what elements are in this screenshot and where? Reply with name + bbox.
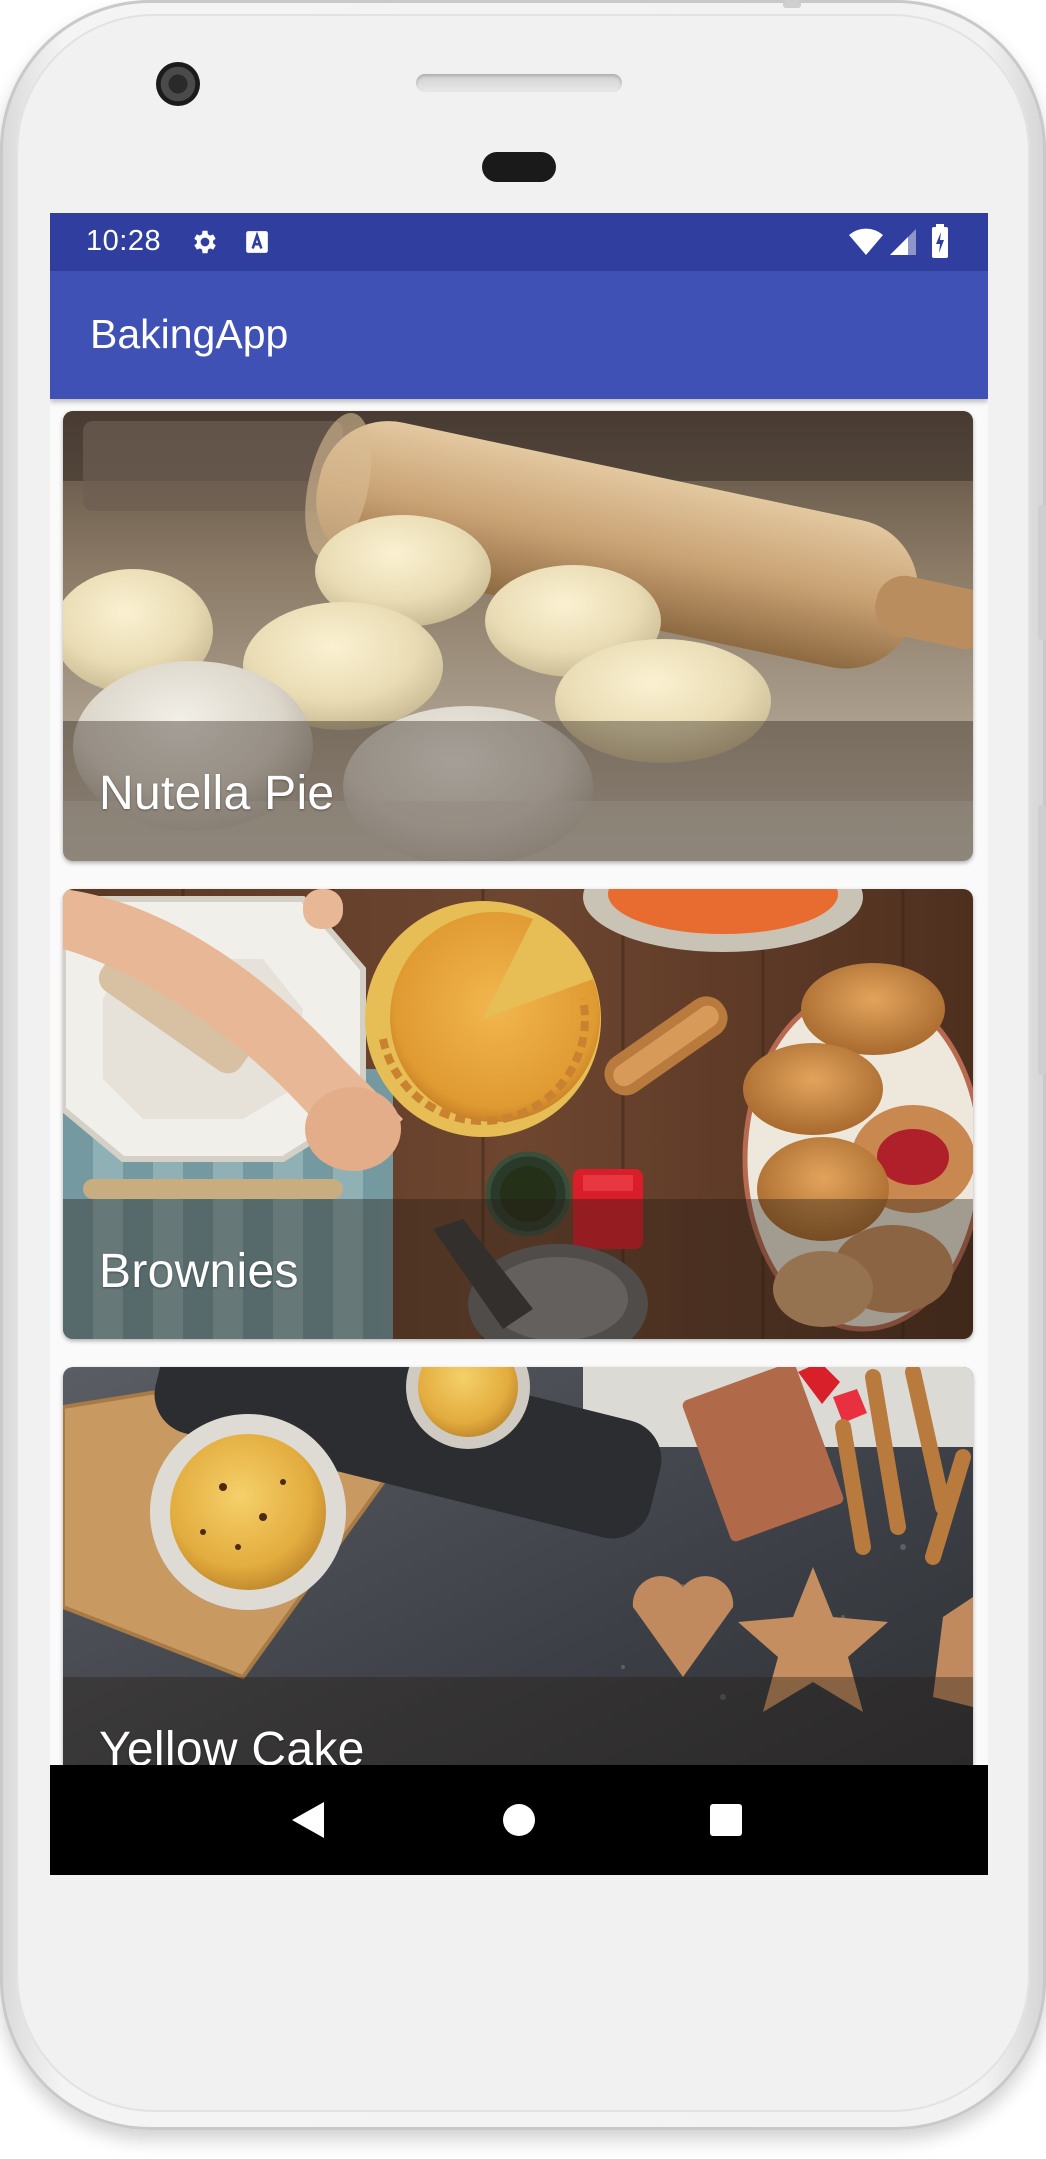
home-icon — [503, 1804, 535, 1836]
status-bar: 10:28 — [50, 213, 988, 271]
recipe-name: Nutella Pie — [99, 767, 335, 820]
recents-icon — [710, 1804, 742, 1836]
app-bar: BakingApp — [50, 271, 988, 399]
recipe-card[interactable]: Brownies — [63, 889, 973, 1339]
cell-signal-icon — [890, 229, 916, 255]
back-icon — [292, 1802, 324, 1838]
recipe-card[interactable]: Yellow Cake — [63, 1367, 973, 1795]
volume-button — [1038, 805, 1046, 1075]
navigation-bar — [50, 1765, 988, 1875]
battery-icon — [932, 224, 948, 258]
screen: 10:28 BakingApp Nutella Pie Brownies Yel… — [50, 213, 988, 1875]
recipe-card[interactable]: Nutella Pie — [63, 411, 973, 861]
front-camera — [156, 62, 200, 106]
back-button[interactable] — [248, 1765, 368, 1875]
app-title: BakingApp — [90, 311, 289, 357]
power-button — [1038, 505, 1046, 640]
status-time: 10:28 — [86, 225, 162, 257]
a-notification-icon — [246, 231, 268, 253]
recipe-name: Brownies — [99, 1245, 299, 1298]
gear-icon — [194, 230, 216, 254]
device-frame: 10:28 BakingApp Nutella Pie Brownies Yel… — [0, 0, 1046, 2159]
top-edge-button — [783, 0, 801, 8]
recents-button[interactable] — [666, 1765, 786, 1875]
earpiece-speaker — [416, 74, 622, 92]
home-button[interactable] — [459, 1765, 579, 1875]
recipe-list[interactable]: Nutella Pie Brownies Yellow Cake — [50, 399, 988, 1795]
proximity-sensor — [482, 152, 556, 182]
wifi-icon — [849, 228, 883, 255]
